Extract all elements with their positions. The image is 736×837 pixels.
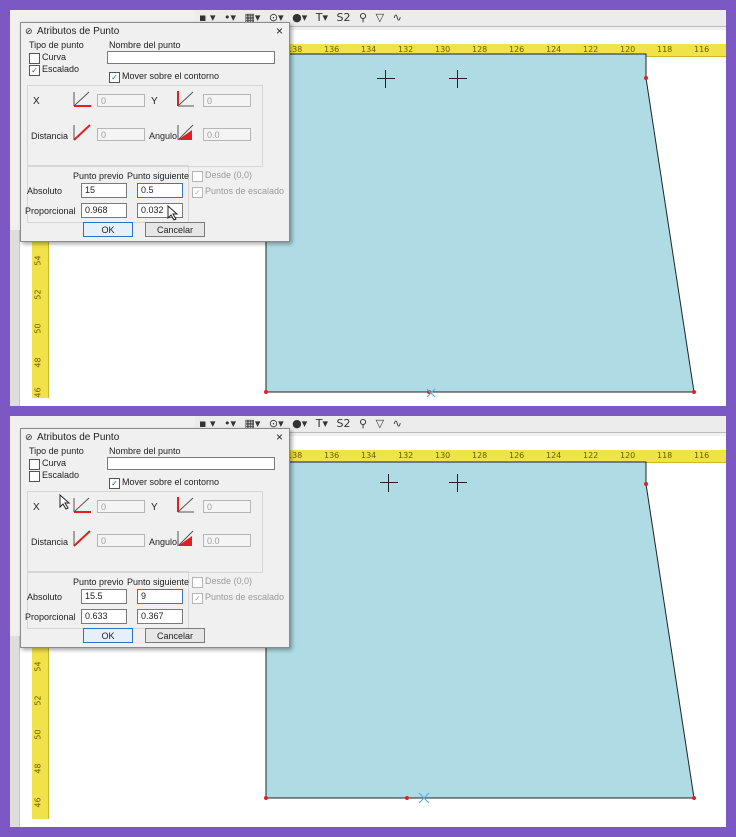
angle-icon <box>177 124 194 140</box>
move-along-contour-checkbox[interactable]: ✓ <box>109 478 120 489</box>
angle-field[interactable]: 0.0 <box>203 128 251 141</box>
crosshair-marker <box>377 70 395 88</box>
move-along-contour-label: Mover sobre el contorno <box>122 477 220 487</box>
angle-label: Angulo <box>149 537 178 547</box>
distance-label: Distancia <box>31 537 69 547</box>
x-label: X <box>33 502 40 513</box>
pattern-point[interactable] <box>264 796 268 800</box>
selected-point[interactable] <box>405 796 409 800</box>
x-field[interactable]: 0 <box>97 94 145 107</box>
screenshot-top: ▪ ▾ •▾ ▦▾ ⊙▾ ●▾ T▾ S2 ⚲ ▽ ∿ 138 136 134 … <box>10 10 726 406</box>
proportional-label: Proporcional <box>25 612 76 622</box>
pattern-point[interactable] <box>692 796 696 800</box>
absolute-next-field[interactable]: 9 <box>137 589 183 604</box>
y-field[interactable]: 0 <box>203 94 251 107</box>
curva-label: Curva <box>42 52 67 62</box>
absolute-label: Absoluto <box>27 186 63 196</box>
from-origin-label: Desde (0,0) <box>205 576 253 586</box>
escalado-label: Escalado <box>42 470 80 480</box>
y-axis-icon <box>177 497 194 513</box>
curva-checkbox[interactable] <box>29 459 40 470</box>
proportional-next-field[interactable]: 0.367 <box>137 609 183 624</box>
absolute-next-field[interactable]: 0.5 <box>137 183 183 198</box>
pattern-point[interactable] <box>644 76 648 80</box>
curva-checkbox[interactable] <box>29 53 40 64</box>
x-axis-icon <box>73 497 91 513</box>
from-origin-checkbox[interactable] <box>192 171 203 182</box>
crosshair-marker <box>449 474 467 492</box>
dialog-title: Atributos de Punto <box>37 432 120 443</box>
ok-button[interactable]: OK <box>83 628 133 643</box>
cancel-button[interactable]: Cancelar <box>145 628 205 643</box>
grading-points-checkbox[interactable]: ✓ <box>192 187 203 198</box>
point-name-label: Nombre del punto <box>109 40 181 50</box>
close-icon[interactable]: × <box>276 430 283 444</box>
point-name-field[interactable] <box>107 457 275 470</box>
next-point-header: Punto siguiente <box>127 577 190 587</box>
move-along-contour-checkbox[interactable]: ✓ <box>109 72 120 83</box>
point-attributes-icon: ⊘ <box>25 432 33 442</box>
point-name-field[interactable] <box>107 51 275 64</box>
grading-points-checkbox[interactable]: ✓ <box>192 593 203 604</box>
grading-points-label: Puntos de escalado <box>205 186 285 196</box>
grading-points-label: Puntos de escalado <box>205 592 285 602</box>
distance-label: Distancia <box>31 131 69 141</box>
angle-label: Angulo <box>149 131 178 141</box>
point-attributes-dialog: ⊘ Atributos de Punto × Tipo de punto Cur… <box>20 22 290 242</box>
pattern-piece[interactable] <box>265 53 695 393</box>
dialog-title: Atributos de Punto <box>37 26 120 37</box>
x-label: X <box>33 96 40 107</box>
distance-icon <box>73 124 91 141</box>
from-origin-checkbox[interactable] <box>192 577 203 588</box>
cursor-icon <box>59 494 71 510</box>
angle-field[interactable]: 0.0 <box>203 534 251 547</box>
distance-field[interactable]: 0 <box>97 534 145 547</box>
crosshair-marker <box>449 70 467 88</box>
ok-button[interactable]: OK <box>83 222 133 237</box>
pattern-point[interactable] <box>644 482 648 486</box>
next-point-header: Punto siguiente <box>127 171 190 181</box>
x-field[interactable]: 0 <box>97 500 145 513</box>
point-type-label: Tipo de punto <box>29 446 84 456</box>
angle-icon <box>177 530 194 546</box>
absolute-previous-field[interactable]: 15 <box>81 183 127 198</box>
pattern-piece[interactable] <box>265 461 695 799</box>
close-icon[interactable]: × <box>276 24 283 38</box>
escalado-checkbox[interactable] <box>29 471 40 482</box>
point-name-label: Nombre del punto <box>109 446 181 456</box>
point-attributes-icon: ⊘ <box>25 26 33 36</box>
move-along-contour-label: Mover sobre el contorno <box>122 71 220 81</box>
y-label: Y <box>151 502 158 513</box>
distance-field[interactable]: 0 <box>97 128 145 141</box>
screenshot-bottom: ▪ ▾ •▾ ▦▾ ⊙▾ ●▾ T▾ S2 ⚲ ▽ ∿ 138 136 134 … <box>10 416 726 827</box>
y-field[interactable]: 0 <box>203 500 251 513</box>
point-attributes-dialog: ⊘ Atributos de Punto × Tipo de punto Cur… <box>20 428 290 648</box>
proportional-previous-field[interactable]: 0.968 <box>81 203 127 218</box>
previous-point-header: Punto previo <box>73 577 124 587</box>
proportional-previous-field[interactable]: 0.633 <box>81 609 127 624</box>
distance-icon <box>73 530 91 547</box>
absolute-label: Absoluto <box>27 592 63 602</box>
escalado-label: Escalado <box>42 64 80 74</box>
from-origin-label: Desde (0,0) <box>205 170 253 180</box>
x-axis-icon <box>73 91 91 107</box>
cancel-button[interactable]: Cancelar <box>145 222 205 237</box>
pattern-point[interactable] <box>264 390 268 394</box>
proportional-label: Proporcional <box>25 206 76 216</box>
y-label: Y <box>151 96 158 107</box>
point-type-label: Tipo de punto <box>29 40 84 50</box>
y-axis-icon <box>177 91 194 107</box>
curva-label: Curva <box>42 458 67 468</box>
absolute-previous-field[interactable]: 15.5 <box>81 589 127 604</box>
previous-point-header: Punto previo <box>73 171 124 181</box>
pattern-point[interactable] <box>692 390 696 394</box>
crosshair-marker <box>380 474 398 492</box>
cursor-icon <box>167 205 179 221</box>
escalado-checkbox[interactable]: ✓ <box>29 65 40 76</box>
